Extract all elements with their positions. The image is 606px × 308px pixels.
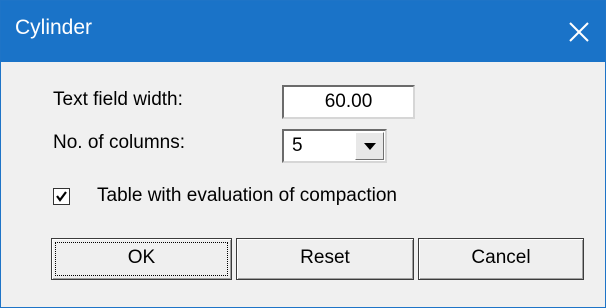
columns-select[interactable]: 5	[282, 129, 387, 163]
window-title: Cylinder	[15, 16, 93, 39]
checkmark-icon	[56, 191, 67, 202]
close-button[interactable]	[557, 7, 601, 55]
text-field-width-input[interactable]: 60.00	[282, 85, 415, 119]
reset-button[interactable]: Reset	[236, 238, 414, 280]
columns-select-value: 5	[292, 135, 303, 156]
focus-outline	[55, 242, 228, 276]
close-icon	[569, 22, 589, 42]
chevron-down-icon	[364, 143, 376, 150]
evaluation-checkbox-label[interactable]: Table with evaluation of compaction	[97, 185, 397, 207]
evaluation-checkbox[interactable]	[53, 188, 70, 205]
text-field-width-label: Text field width:	[53, 89, 183, 110]
cylinder-dialog: Cylinder Text field width: 60.00 No. of …	[0, 0, 606, 308]
columns-label: No. of columns:	[53, 132, 185, 153]
title-bar: Cylinder	[1, 1, 605, 62]
ok-button[interactable]: OK	[51, 238, 232, 280]
cancel-button[interactable]: Cancel	[418, 238, 584, 280]
columns-dropdown-button[interactable]	[355, 132, 384, 160]
